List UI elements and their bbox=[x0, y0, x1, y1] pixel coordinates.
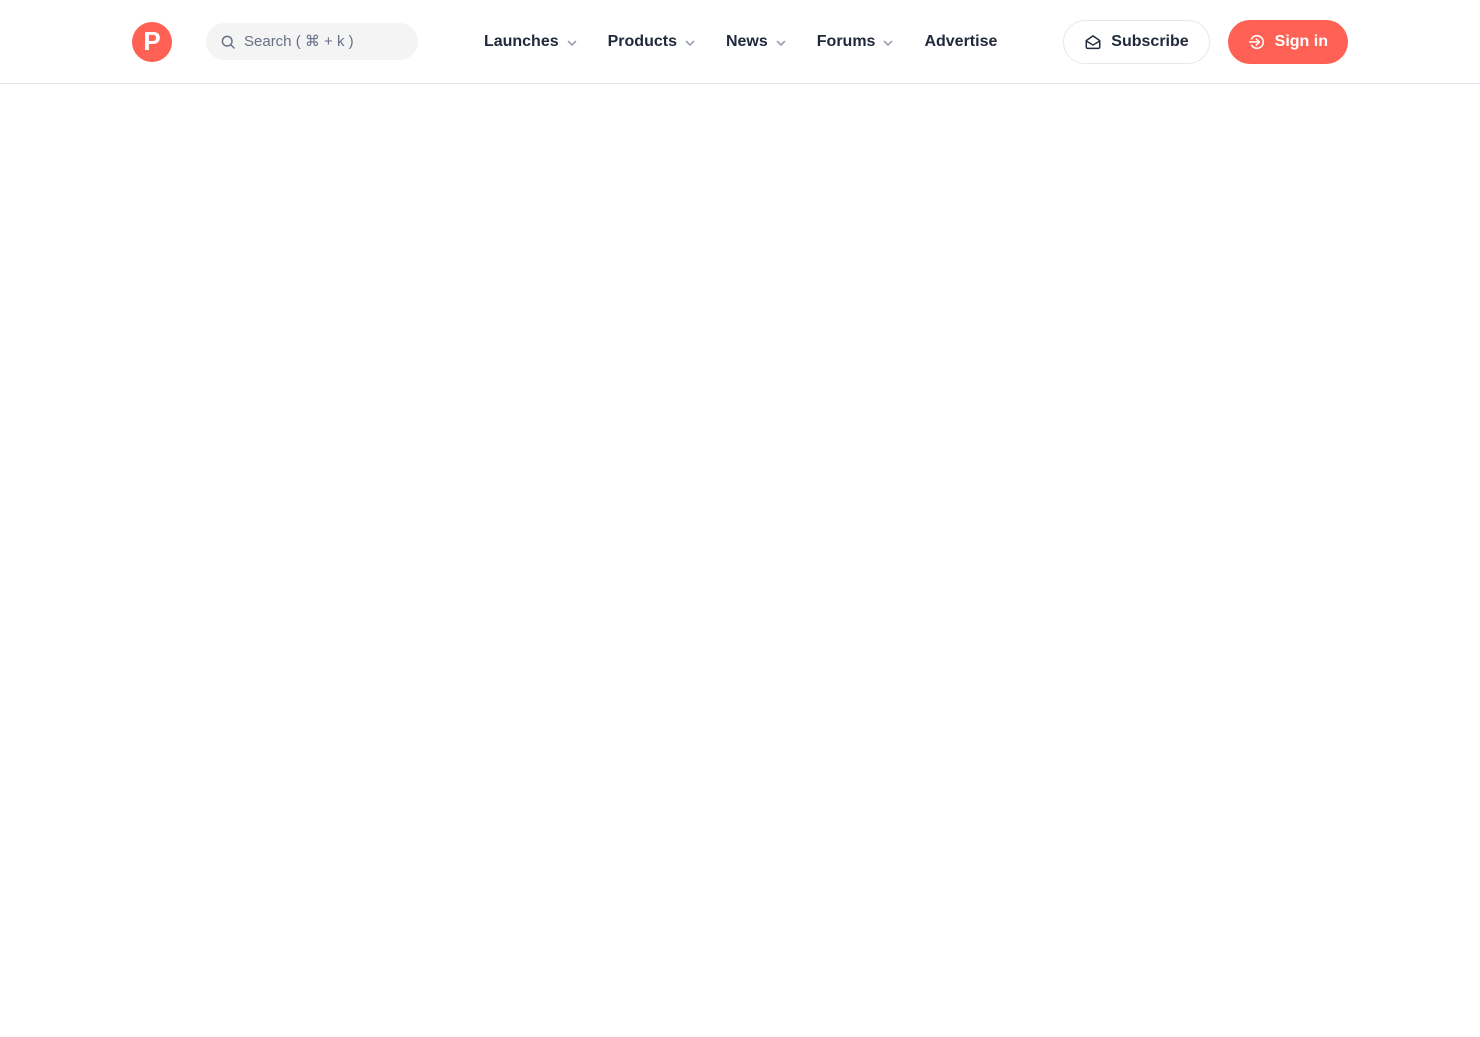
nav-item-products[interactable]: Products bbox=[608, 33, 696, 51]
page: P Launches bbox=[0, 0, 1480, 1037]
chevron-down-icon bbox=[775, 37, 787, 49]
nav-item-label: Advertise bbox=[924, 32, 998, 50]
login-arrow-icon bbox=[1248, 34, 1264, 49]
nav-item-advertise[interactable]: Advertise bbox=[924, 33, 997, 51]
chevron-down-icon bbox=[882, 37, 894, 49]
chevron-down-icon bbox=[566, 37, 578, 49]
main-navigation: Launches Products News Forums Advertise bbox=[484, 33, 997, 51]
page-content bbox=[0, 84, 1480, 1036]
nav-item-launches[interactable]: Launches bbox=[484, 33, 578, 51]
subscribe-button[interactable]: Subscribe bbox=[1063, 19, 1210, 64]
nav-item-label: Products bbox=[607, 32, 677, 50]
nav-item-news[interactable]: News bbox=[726, 33, 787, 51]
nav-item-label: Launches bbox=[483, 32, 559, 50]
chevron-down-icon bbox=[684, 37, 696, 49]
mail-open-icon bbox=[1085, 34, 1101, 49]
search-icon bbox=[221, 35, 235, 49]
sign-in-button[interactable]: Sign in bbox=[1227, 19, 1348, 64]
nav-item-forums[interactable]: Forums bbox=[817, 33, 895, 51]
header-right-group: Subscribe Sign in bbox=[1063, 19, 1348, 64]
nav-item-label: Forums bbox=[816, 32, 876, 50]
search-input[interactable] bbox=[244, 33, 404, 50]
site-header: P Launches bbox=[0, 0, 1480, 84]
header-left-group: P bbox=[132, 21, 418, 62]
header-container: P Launches bbox=[132, 0, 1348, 83]
nav-item-label: News bbox=[725, 32, 768, 50]
subscribe-label: Subscribe bbox=[1111, 32, 1189, 50]
sign-in-label: Sign in bbox=[1274, 32, 1328, 50]
search-bar[interactable] bbox=[206, 23, 418, 60]
product-hunt-logo[interactable]: P bbox=[132, 21, 172, 62]
